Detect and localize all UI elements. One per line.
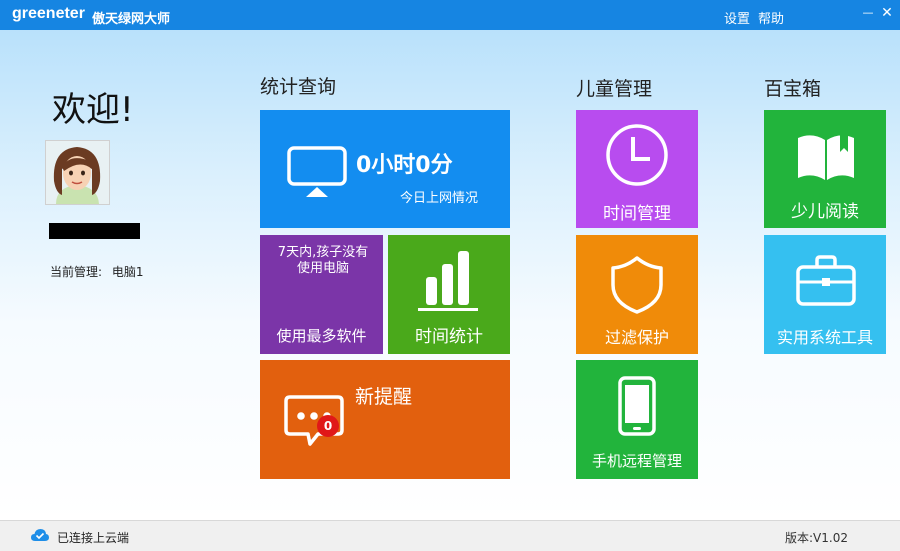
shield-icon bbox=[611, 256, 663, 314]
most-used-software-tile[interactable]: 7天内,孩子没有使用电脑 使用最多软件 bbox=[260, 235, 383, 354]
username-redacted bbox=[49, 223, 140, 239]
minimize-button[interactable]: — bbox=[858, 3, 878, 23]
status-bar bbox=[0, 520, 900, 551]
mobile-remote-tile[interactable]: 手机远程管理 bbox=[576, 360, 698, 479]
cloud-status-text: 已连接上云端 bbox=[57, 531, 130, 545]
phone-icon bbox=[618, 376, 656, 436]
childrens-reading-tile[interactable]: 少儿阅读 bbox=[764, 110, 886, 228]
title-bar: greeneter 傲天绿网大师 设置 帮助 — ✕ bbox=[0, 0, 900, 30]
bar-chart-icon bbox=[418, 251, 478, 311]
greeneter-logo: greeneter bbox=[12, 5, 85, 22]
close-button[interactable]: ✕ bbox=[877, 3, 897, 23]
new-reminder-tile[interactable]: 0 新提醒 bbox=[260, 360, 510, 479]
monitor-icon bbox=[287, 146, 347, 197]
new-reminder-label: 新提醒 bbox=[355, 386, 413, 408]
app-title: 傲天绿网大师 bbox=[92, 12, 171, 27]
time-stats-tile[interactable]: 时间统计 bbox=[388, 235, 510, 354]
time-stats-label: 时间统计 bbox=[415, 327, 483, 347]
online-time-label: 今日上网情况 bbox=[400, 191, 479, 206]
system-tools-label: 实用系统工具 bbox=[776, 328, 873, 347]
book-icon bbox=[798, 134, 854, 180]
time-management-tile[interactable]: 时间管理 bbox=[576, 110, 698, 228]
welcome-heading: 欢迎! bbox=[52, 90, 134, 130]
current-manage-label: 当前管理: bbox=[50, 265, 103, 279]
filter-protection-tile[interactable]: 过滤保护 bbox=[576, 235, 698, 354]
system-tools-tile[interactable]: 实用系统工具 bbox=[764, 235, 886, 354]
section-title-stats: 统计查询 bbox=[260, 76, 337, 98]
clock-icon bbox=[606, 124, 668, 186]
childrens-reading-label: 少儿阅读 bbox=[791, 202, 859, 222]
most-used-note: 7天内,孩子没有使用电脑 bbox=[277, 245, 369, 276]
help-link[interactable]: 帮助 bbox=[758, 8, 784, 27]
current-device[interactable]: 电脑1 bbox=[112, 265, 144, 279]
cloud-icon bbox=[31, 529, 49, 541]
settings-link[interactable]: 设置 bbox=[724, 8, 750, 27]
most-used-label: 使用最多软件 bbox=[276, 327, 367, 345]
user-avatar[interactable] bbox=[45, 140, 110, 205]
avatar-icon bbox=[46, 141, 109, 204]
time-management-label: 时间管理 bbox=[603, 204, 671, 224]
online-time-tile[interactable]: 0小时0分 今日上网情况 bbox=[260, 110, 510, 228]
section-title-toolbox: 百宝箱 bbox=[764, 78, 822, 100]
mobile-remote-label: 手机远程管理 bbox=[591, 452, 682, 470]
filter-protection-label: 过滤保护 bbox=[604, 328, 669, 347]
reminder-count-badge: 0 bbox=[317, 415, 339, 437]
current-manage: 当前管理: 电脑1 bbox=[50, 263, 144, 280]
version-text: 版本:V1.02 bbox=[785, 531, 848, 545]
toolbox-icon bbox=[796, 255, 856, 306]
online-time-value: 0小时0分 bbox=[356, 153, 453, 178]
section-title-child: 儿童管理 bbox=[576, 78, 653, 100]
